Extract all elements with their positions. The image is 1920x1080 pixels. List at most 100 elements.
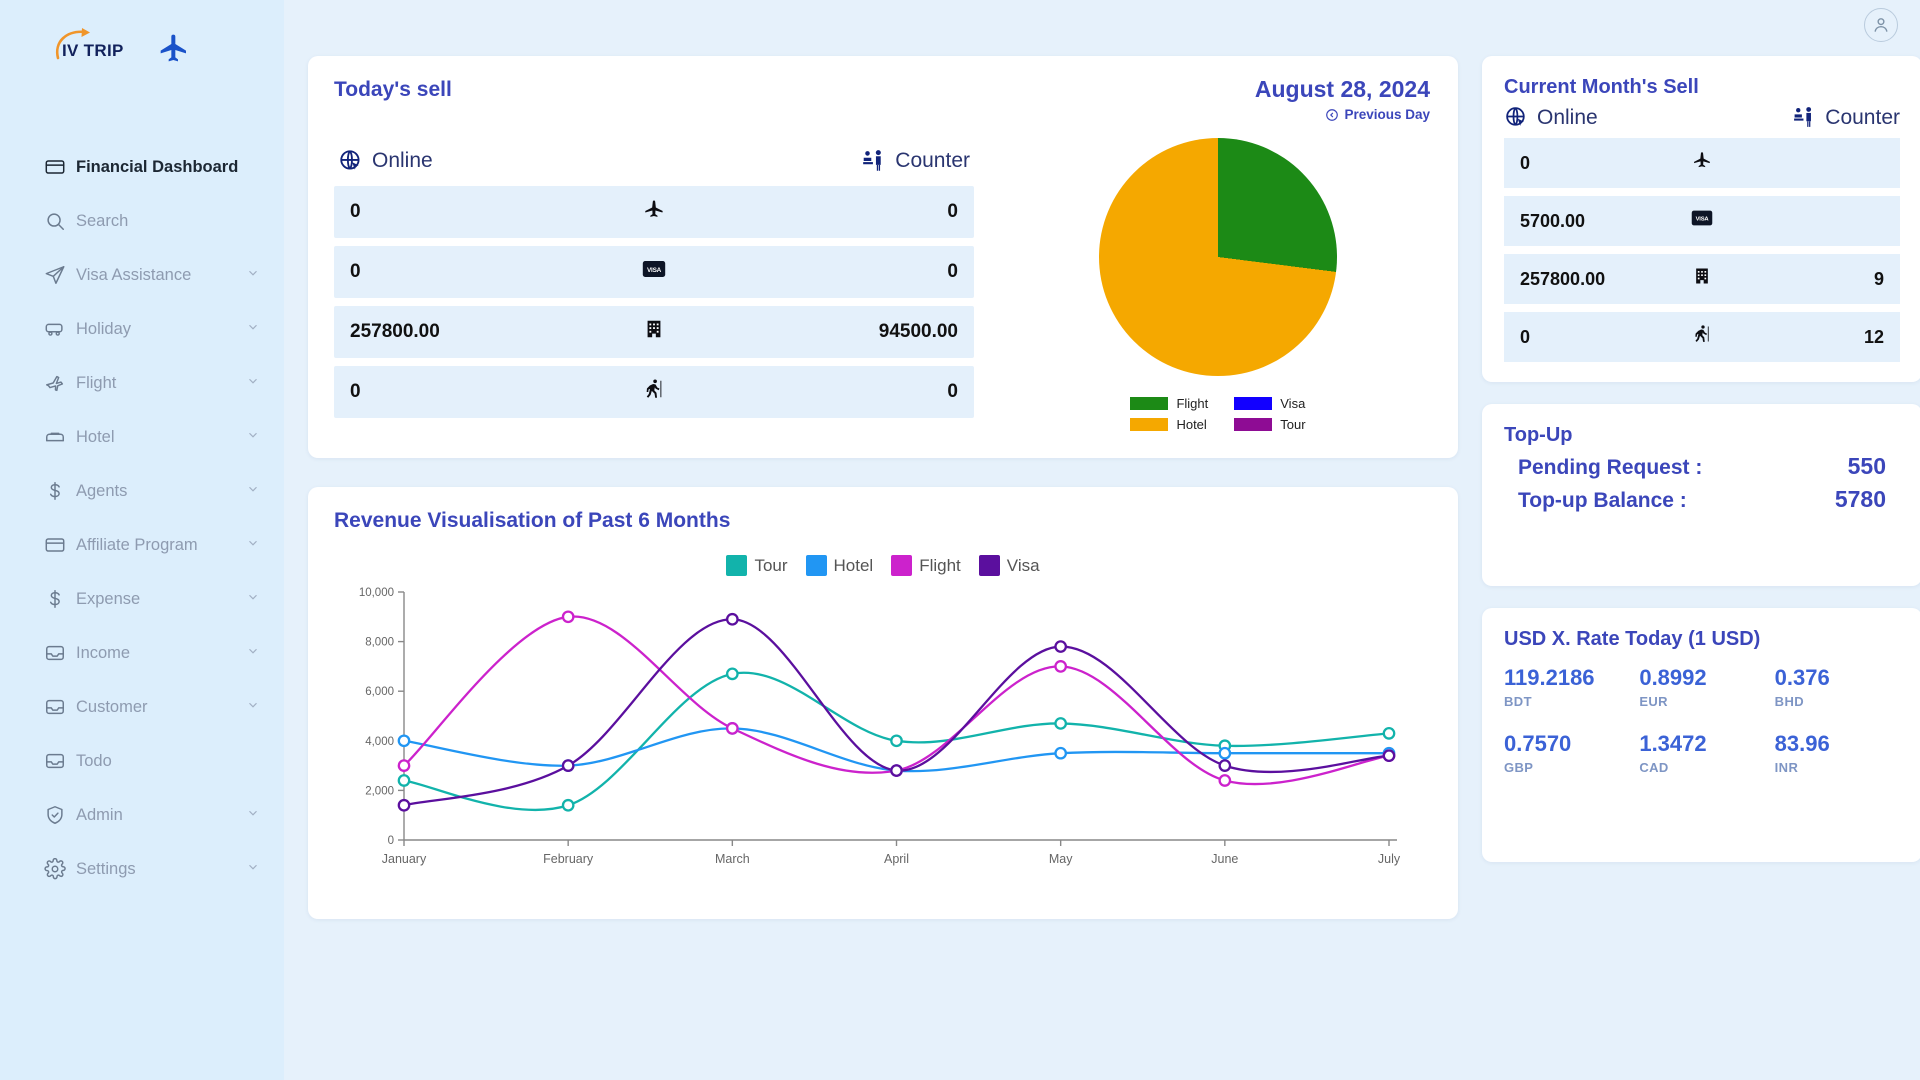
table-row: 00 [334,186,974,238]
previous-day-button[interactable]: Previous Day [1255,107,1430,122]
legend-swatch [1234,397,1273,410]
chevron-down-icon[interactable] [246,482,262,501]
online-value: 0 [350,381,361,402]
table-row: 0 [1504,138,1900,188]
fx-rate-value: 0.8992 [1639,665,1707,690]
chevron-down-icon[interactable] [246,698,262,717]
svg-text:8,000: 8,000 [365,637,394,649]
chevron-down-icon[interactable] [246,266,262,285]
sidebar-item-customer[interactable]: Customer [0,680,284,734]
topup-pending-label: Pending Request : [1518,456,1703,479]
usd-rate-grid: 119.2186 BDT 0.8992 EUR 0.376 BHD 0.7570 GBP 1.3… [1504,665,1900,775]
legend-item: Tour [1234,417,1306,432]
sidebar-item-visa-assistance[interactable]: Visa Assistance [0,248,284,302]
sidebar-item-search[interactable]: Search [0,194,284,248]
user-avatar-icon[interactable] [1864,8,1898,42]
table-row: 257800.00 94500.00 [334,306,974,358]
chevron-down-icon[interactable] [246,590,262,609]
svg-text:0: 0 [388,835,394,847]
topup-pending-value: 550 [1847,453,1886,479]
legend-swatch [805,555,827,576]
fx-rate-value: 0.376 [1774,665,1830,690]
sidebar-item-label: Agents [76,481,128,500]
svg-text:6,000: 6,000 [365,686,394,698]
online-value: 0 [350,261,361,282]
shield-check-icon [44,804,76,826]
inbox-icon [44,696,76,718]
current-date: August 28, 2024 [1254,76,1430,102]
inbox-icon [44,750,76,772]
table-row: 0 12 [1504,312,1900,362]
revenue-line-chart: 0 2,000 4,000 6,000 8,000 10,000 January Februa… [334,582,1432,887]
hiking-icon [624,378,684,406]
send-icon [44,264,76,286]
svg-text:July: July [1378,852,1401,866]
flight-icon [44,372,76,394]
legend-item[interactable]: Hotel [805,555,873,576]
online-header: Online [338,148,433,174]
legend-item: Hotel [1130,417,1208,432]
sidebar-item-income[interactable]: Income [0,626,284,680]
svg-text:April: April [884,852,909,866]
table-row: 0 VISA 0 [334,246,974,298]
sidebar-item-agents[interactable]: Agents [0,464,284,518]
legend-item: Visa [1234,396,1305,411]
sidebar-item-flight[interactable]: Flight [0,356,284,410]
date-selector: August 28, 2024 Previous Day [1255,76,1430,122]
online-label: Online [1537,105,1598,129]
todays-sell-card: Today's sell August 28, 2024 Previous Da… [308,56,1458,458]
sidebar-item-expense[interactable]: Expense [0,572,284,626]
sidebar-item-label: Customer [76,697,148,716]
counter-label: Counter [895,149,970,172]
legend-item[interactable]: Flight [891,555,961,576]
legend-item[interactable]: Visa [978,555,1040,576]
visa-card-icon: VISA [624,258,684,286]
sidebar-item-hotel[interactable]: Hotel [0,410,284,464]
brand-mark: IV TRIP [52,28,138,68]
legend-swatch [726,555,748,576]
sidebar-item-settings[interactable]: Settings [0,842,284,896]
sidebar-item-financial-dashboard[interactable]: Financial Dashboard [0,140,284,194]
legend-item[interactable]: Tour [726,555,788,576]
current-month-sell-card: Current Month's Sell Online Counter 0 57… [1482,56,1920,382]
chevron-down-icon[interactable] [246,860,262,879]
dollar-icon [44,480,76,502]
online-value: 0 [1520,152,1531,173]
fx-rate-item: 83.96 INR [1775,731,1900,775]
svg-text:January: January [382,852,427,866]
sidebar-item-label: Visa Assistance [76,265,192,284]
sidebar-item-admin[interactable]: Admin [0,788,284,842]
table-row: 5700.00 VISA [1504,196,1900,246]
svg-text:February: February [543,852,594,866]
todays-sell-pie-chart: Flight Visa Hotel Tour [1008,138,1428,432]
chevron-down-icon[interactable] [246,536,262,555]
chevron-down-icon[interactable] [246,374,262,393]
sidebar-item-label: Expense [76,589,141,608]
sidebar-item-holiday[interactable]: Holiday [0,302,284,356]
dollar-icon [44,588,76,610]
hotel-icon [624,318,684,346]
brand-logo[interactable]: IV TRIP [0,0,284,68]
sidebar-item-affiliate-program[interactable]: Affiliate Program [0,518,284,572]
fx-rate-value: 119.2186 [1504,665,1595,690]
fx-currency-code: EUR [1639,694,1668,709]
chevron-down-icon[interactable] [246,806,262,825]
dashboard-page: IV TRIP Financial Dashboard Search Visa As… [0,0,1920,1080]
fx-currency-code: BHD [1774,694,1805,709]
sidebar-item-label: Flight [76,373,117,392]
sidebar-item-todo[interactable]: Todo [0,734,284,788]
svg-text:May: May [1049,852,1073,866]
sidebar: IV TRIP Financial Dashboard Search Visa As… [0,0,284,1080]
topup-card: Top-Up Pending Request : 550 Top-up Bala… [1482,404,1920,586]
online-value: 257800.00 [350,321,440,342]
chevron-down-icon[interactable] [246,320,262,339]
legend-label: Flight [1176,396,1209,411]
bus-icon [44,318,76,340]
table-row: 00 [334,366,974,418]
current-month-title: Current Month's Sell [1504,76,1699,98]
legend-label: Visa [1006,555,1040,575]
fx-rate-item: 119.2186 BDT [1504,665,1629,709]
chevron-down-icon[interactable] [246,428,262,447]
hiking-icon [1674,324,1730,350]
chevron-down-icon[interactable] [246,644,262,663]
